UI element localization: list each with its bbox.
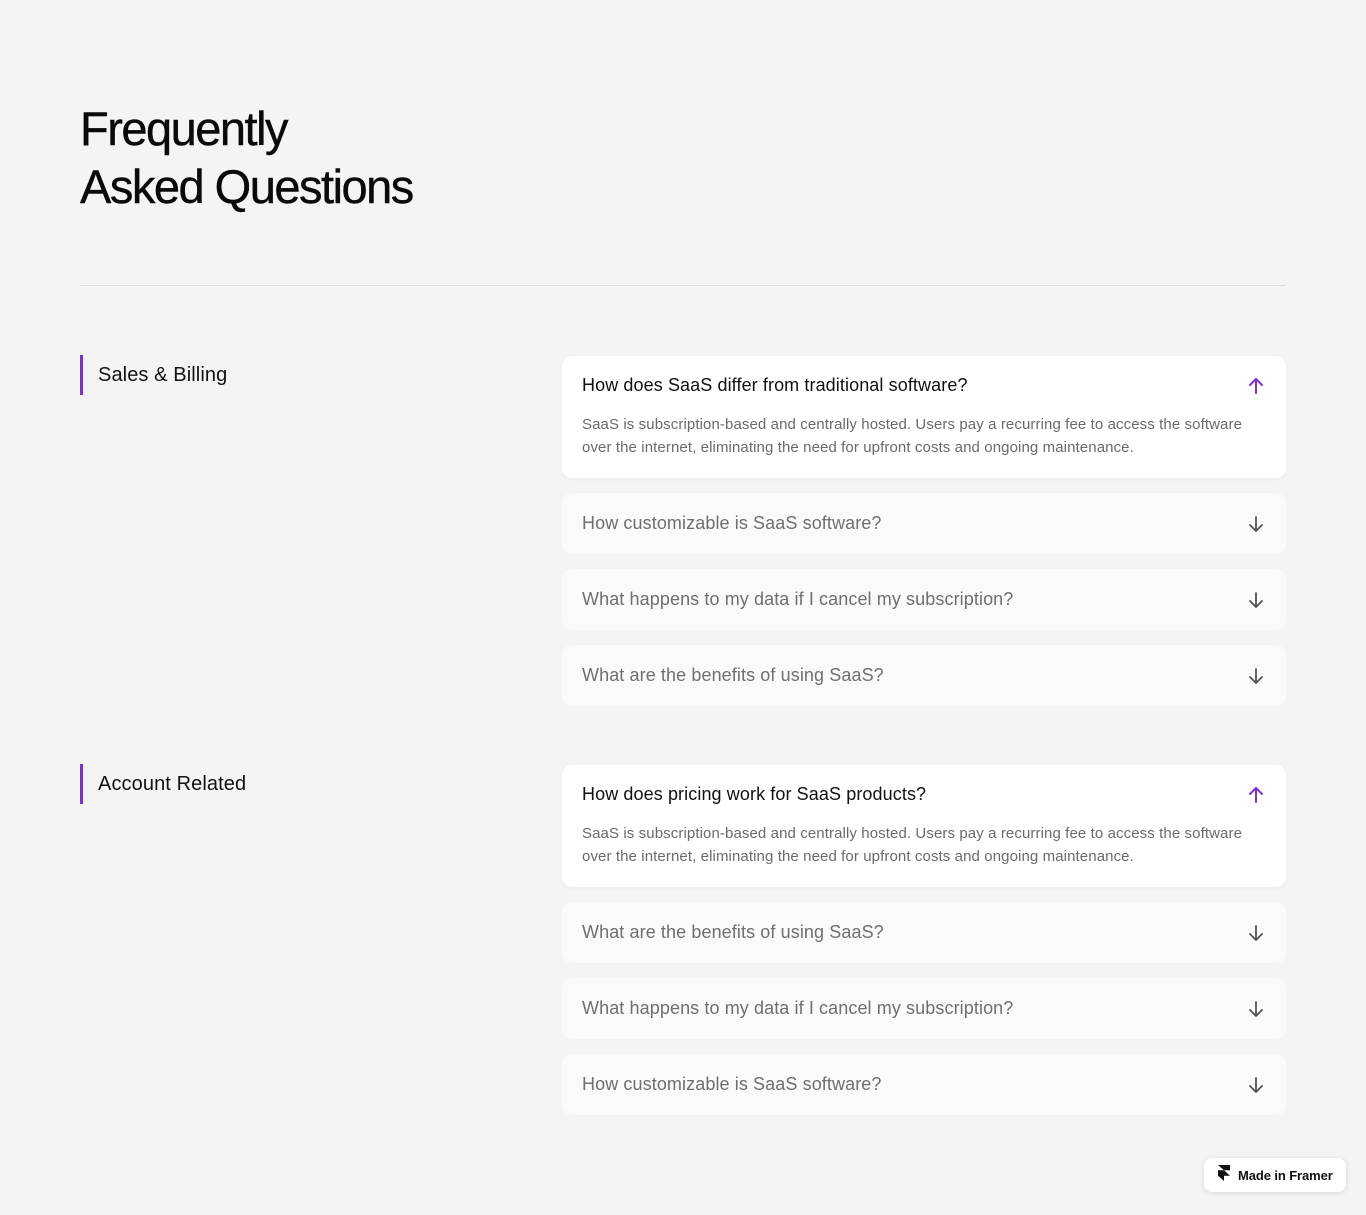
faq-question-toggle[interactable]: How customizable is SaaS software?	[582, 1074, 1266, 1095]
faq-item[interactable]: How customizable is SaaS software?	[562, 493, 1286, 554]
faq-question: How does pricing work for SaaS products?	[582, 784, 927, 804]
arrow-up-icon	[1246, 785, 1266, 805]
faq-list-sales-billing: How does SaaS differ from traditional so…	[562, 356, 1286, 721]
faq-question-toggle[interactable]: How customizable is SaaS software?	[582, 513, 1266, 534]
page-title-line-1: Frequently	[80, 102, 289, 155]
faq-item[interactable]: What happens to my data if I cancel my s…	[562, 569, 1286, 630]
faq-question-toggle[interactable]: What happens to my data if I cancel my s…	[582, 589, 1266, 610]
arrow-down-icon	[1246, 666, 1266, 686]
faq-item[interactable]: What are the benefits of using SaaS?	[562, 902, 1286, 963]
faq-answer: SaaS is subscription-based and centrally…	[582, 825, 1243, 865]
faq-question: How customizable is SaaS software?	[582, 513, 882, 533]
arrow-up-icon	[1246, 376, 1266, 396]
faq-question: What happens to my data if I cancel my s…	[582, 589, 1014, 609]
arrow-down-icon	[1246, 999, 1266, 1019]
faq-question-toggle[interactable]: How does pricing work for SaaS products?	[582, 784, 1266, 805]
faq-question: What are the benefits of using SaaS?	[582, 665, 884, 685]
arrow-down-icon	[1246, 590, 1266, 610]
faq-question: What are the benefits of using SaaS?	[582, 922, 884, 942]
category-label-account-related: Account Related	[80, 764, 246, 804]
arrow-down-icon	[1246, 923, 1266, 943]
arrow-down-icon	[1246, 514, 1266, 534]
faq-question-toggle[interactable]: What are the benefits of using SaaS?	[582, 665, 1266, 686]
faq-answer: SaaS is subscription-based and centrally…	[582, 416, 1243, 456]
faq-question-toggle[interactable]: What happens to my data if I cancel my s…	[582, 998, 1266, 1019]
page-title: Frequently Asked Questions	[80, 100, 415, 216]
faq-item[interactable]: What happens to my data if I cancel my s…	[562, 978, 1286, 1039]
section-divider	[80, 285, 1286, 286]
faq-item: How does pricing work for SaaS products?…	[562, 765, 1286, 887]
faq-question: How customizable is SaaS software?	[582, 1074, 882, 1094]
category-label-sales-billing: Sales & Billing	[80, 355, 227, 395]
badge-label: Made in Framer	[1238, 1167, 1333, 1183]
faq-item: How does SaaS differ from traditional so…	[562, 356, 1286, 478]
faq-list-account-related: How does pricing work for SaaS products?…	[562, 765, 1286, 1130]
made-in-framer-badge[interactable]: Made in Framer	[1204, 1158, 1346, 1192]
faq-question: What happens to my data if I cancel my s…	[582, 998, 1014, 1018]
faq-page: Frequently Asked Questions Sales & Billi…	[0, 0, 1366, 1215]
faq-question-toggle[interactable]: What are the benefits of using SaaS?	[582, 922, 1266, 943]
faq-item[interactable]: What are the benefits of using SaaS?	[562, 645, 1286, 706]
arrow-down-icon	[1246, 1075, 1266, 1095]
page-title-line-2: Asked Questions	[80, 160, 415, 213]
faq-question-toggle[interactable]: How does SaaS differ from traditional so…	[582, 375, 1266, 396]
faq-question: How does SaaS differ from traditional so…	[582, 375, 968, 395]
faq-item[interactable]: How customizable is SaaS software?	[562, 1054, 1286, 1115]
framer-logo-icon	[1218, 1164, 1230, 1186]
